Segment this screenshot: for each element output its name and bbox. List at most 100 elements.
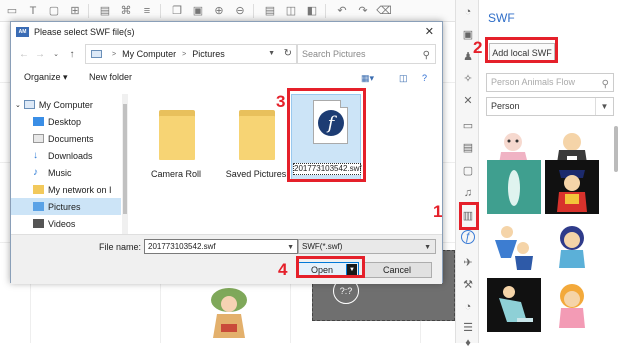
layers-icon[interactable]: ◧ — [303, 3, 321, 19]
nav-item-downloads[interactable]: ↓ Downloads — [11, 147, 121, 164]
callout-number: 4 — [278, 260, 288, 279]
copy-icon[interactable]: ❐ — [168, 3, 186, 19]
chevron-down-icon[interactable]: ▼ — [268, 50, 275, 57]
chevron-down-icon[interactable]: ▼ — [346, 264, 357, 276]
delete-icon[interactable]: ⌫ — [375, 3, 393, 19]
image-icon[interactable]: ▢ — [45, 3, 63, 19]
chart-icon[interactable]: ◔ — [461, 300, 475, 314]
chevron-down-icon[interactable]: ▼ — [287, 241, 294, 254]
zoom-in-icon[interactable]: ⊕ — [210, 3, 228, 19]
align-icon[interactable]: ≡ — [138, 3, 156, 19]
wand-icon[interactable]: ✧ — [461, 71, 475, 85]
nav-item-my-computer[interactable]: ⌄ My Computer — [11, 96, 121, 113]
swf-icon[interactable]: ƒ — [461, 230, 475, 244]
grid-icon[interactable]: ⊞ — [66, 3, 84, 19]
forward-arrow-icon[interactable]: → — [33, 47, 47, 61]
lock-icon[interactable]: ▤ — [261, 3, 279, 19]
redo-icon[interactable]: ↷ — [354, 3, 372, 19]
breadcrumb-item[interactable]: Pictures — [192, 49, 225, 59]
plane-icon[interactable]: ✈ — [461, 255, 475, 269]
search-icon: ⚲ — [422, 50, 430, 61]
zoom-out-icon[interactable]: ⊖ — [231, 3, 249, 19]
nav-item-pictures[interactable]: Pictures — [11, 198, 121, 215]
open-button[interactable]: Open ▼ — [297, 262, 359, 278]
swf-thumbnail[interactable] — [487, 218, 541, 272]
callout-number: 2 — [473, 38, 483, 57]
add-local-swf-button[interactable]: Add local SWF — [489, 43, 555, 62]
shapes-icon[interactable]: ▭ — [3, 3, 21, 19]
file-type-value: SWF(*.swf) — [302, 242, 343, 251]
drop-icon[interactable]: ♦ — [461, 336, 475, 350]
group-icon[interactable]: ◫ — [282, 3, 300, 19]
flash-logo-icon: f — [318, 110, 344, 136]
new-folder-button[interactable]: New folder — [89, 72, 132, 82]
address-bar[interactable]: > My Computer > Pictures ▼ ↻ — [85, 44, 298, 64]
organize-menu[interactable]: Organize ▾ — [24, 72, 68, 83]
breadcrumb-separator: > — [182, 50, 187, 58]
preview-pane-icon[interactable]: ◫ — [399, 73, 411, 83]
breadcrumb-item[interactable]: My Computer — [122, 49, 176, 59]
swf-thumbnail[interactable] — [545, 160, 599, 214]
scrollbar-thumb[interactable] — [123, 104, 127, 214]
nav-scrollbar[interactable] — [122, 94, 128, 234]
category-select[interactable]: Person ▼ — [486, 97, 614, 116]
nav-item-videos[interactable]: Videos — [11, 215, 121, 232]
category-select-value: Person — [491, 101, 520, 111]
help-icon[interactable]: ? — [422, 73, 434, 83]
nav-item-label: My Computer — [38, 99, 93, 110]
tools-icon[interactable]: ✕ — [461, 93, 475, 107]
undo-icon[interactable]: ↶ — [333, 3, 351, 19]
dialog-navigation-pane: ⌄ My Computer Desktop Documents ↓ Downlo… — [11, 94, 128, 234]
shapes-icon[interactable]: ◔ — [461, 5, 475, 19]
chevron-down-icon[interactable]: ⌄ — [49, 47, 63, 61]
cancel-button[interactable]: Cancel — [362, 262, 432, 278]
dialog-title: Please select SWF file(s) — [34, 26, 135, 37]
up-arrow-icon[interactable]: ↑ — [65, 47, 79, 61]
dialog-nav-row: ← → ⌄ ↑ > My Computer > Pictures ▼ ↻ Sea… — [11, 44, 442, 64]
folder-item-camera-roll[interactable]: Camera Roll — [141, 96, 211, 184]
nav-item-desktop[interactable]: Desktop — [11, 113, 121, 130]
nav-item-label: My network on I — [48, 184, 112, 195]
chat-icon[interactable]: ▭ — [461, 118, 475, 132]
panel-search-input[interactable]: Person Animals Flow ⚲ — [486, 73, 614, 92]
file-name-input[interactable]: 201773103542.swf ▼ — [144, 239, 298, 254]
music-icon[interactable]: ♫ — [461, 186, 475, 200]
file-item-swf[interactable]: f 201773103542.swf — [291, 94, 362, 182]
panel-scrollbar[interactable] — [614, 126, 618, 172]
organize-label: Organize — [24, 72, 61, 82]
text-icon[interactable]: T — [24, 3, 42, 19]
chevron-down-icon[interactable]: ▼ — [595, 98, 613, 115]
file-name: Saved Pictures — [225, 169, 287, 179]
swf-thumbnail[interactable] — [487, 278, 541, 332]
stack-icon[interactable]: ☰ — [461, 320, 475, 334]
file-name: Camera Roll — [150, 169, 201, 179]
dialog-footer: File name: 201773103542.swf ▼ SWF(*.swf)… — [11, 234, 442, 284]
pictures-icon — [33, 202, 44, 211]
table-icon[interactable]: ▤ — [96, 3, 114, 19]
chevron-down-icon[interactable]: ⌄ — [15, 101, 21, 109]
link-icon[interactable]: ⌘ — [117, 3, 135, 19]
film-icon[interactable]: ▥ — [461, 208, 475, 222]
folder-icon[interactable]: ▢ — [461, 163, 475, 177]
refresh-icon[interactable]: ↻ — [284, 48, 292, 59]
swf-thumbnail[interactable] — [487, 160, 541, 214]
swf-thumbnail[interactable] — [545, 278, 599, 332]
nav-item-network[interactable]: My network on I — [11, 181, 121, 198]
dialog-search-input[interactable]: Search Pictures ⚲ — [296, 44, 436, 64]
nav-item-documents[interactable]: Documents — [11, 130, 121, 147]
paste-icon[interactable]: ▣ — [189, 3, 207, 19]
nav-item-label: Downloads — [48, 150, 93, 161]
close-icon[interactable]: ✕ — [425, 25, 434, 38]
file-type-select[interactable]: SWF(*.swf) ▼ — [298, 239, 436, 254]
note-icon[interactable]: ▤ — [461, 140, 475, 154]
canvas-character-image[interactable] — [203, 280, 255, 342]
search-icon[interactable]: ⚲ — [602, 76, 609, 93]
back-arrow-icon[interactable]: ← — [17, 47, 31, 61]
desktop-icon — [33, 117, 44, 126]
nav-item-music[interactable]: ♪ Music — [11, 164, 121, 181]
nav-item-label: Videos — [48, 218, 76, 229]
swf-thumbnail[interactable] — [545, 218, 599, 272]
wrench-icon[interactable]: ⚒ — [461, 277, 475, 291]
chevron-down-icon[interactable]: ▼ — [424, 241, 431, 254]
view-options-icon[interactable]: ▦▾ — [361, 73, 374, 83]
